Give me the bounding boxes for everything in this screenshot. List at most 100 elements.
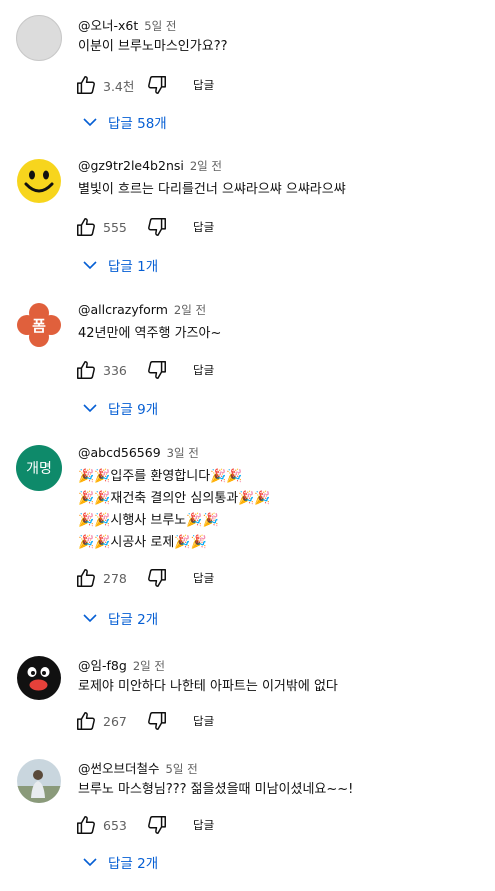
reply-button[interactable]: 답글 bbox=[193, 219, 214, 235]
comment-line: 🎉🎉시공사 로제🎉🎉 bbox=[78, 535, 207, 550]
avatar[interactable] bbox=[16, 158, 62, 204]
comment-line: 42년만에 역주행 가즈아~ bbox=[78, 326, 222, 341]
like-button[interactable] bbox=[74, 709, 98, 733]
comment-text: 브루노 마스형님??? 젊을셨을때 미남이셨네요~~! bbox=[78, 779, 353, 801]
like-count: 3.4천 bbox=[103, 78, 135, 94]
like-count: 653 bbox=[103, 817, 127, 833]
comment-line: 브루노 마스형님??? 젊을셨을때 미남이셨네요~~! bbox=[78, 782, 354, 797]
thumbs-down-icon bbox=[148, 218, 166, 236]
avatar-initial: 개명 bbox=[26, 461, 52, 477]
thumbs-up-icon bbox=[77, 361, 95, 379]
comment-time[interactable]: 5일 전 bbox=[166, 762, 198, 776]
thumbs-up-icon bbox=[77, 218, 95, 236]
replies-label: 답글 9개 bbox=[108, 402, 159, 418]
comment-text: 🎉🎉입주를 환영합니다🎉🎉 🎉🎉재건축 결의안 심의통과🎉🎉 🎉🎉시행사 브루노… bbox=[78, 466, 271, 554]
view-replies-button[interactable]: 답글 1개 bbox=[82, 255, 158, 275]
comment-time[interactable]: 2일 전 bbox=[133, 659, 165, 673]
replies-label: 답글 1개 bbox=[108, 259, 159, 275]
comment-meta: @썬오브더철수 5일 전 bbox=[78, 758, 198, 777]
thumbs-up-icon bbox=[77, 76, 95, 94]
comment-meta: @allcrazyform 2일 전 bbox=[78, 302, 206, 318]
reply-button[interactable]: 답글 bbox=[193, 77, 214, 93]
comment-meta: @abcd56569 3일 전 bbox=[78, 445, 199, 461]
reply-button[interactable]: 답글 bbox=[193, 570, 214, 586]
avatar[interactable]: 개명 bbox=[16, 445, 62, 491]
comment-text: 이분이 브루노마스인가요?? bbox=[78, 36, 228, 58]
penguin-avatar-icon bbox=[17, 656, 61, 700]
like-button[interactable] bbox=[74, 215, 98, 239]
comment-line: 별빛이 흐르는 다리를건너 으쌰라으쌰 으쌰라으쌰 bbox=[78, 182, 346, 197]
like-count: 555 bbox=[103, 219, 127, 235]
thumbs-down-icon bbox=[148, 76, 166, 94]
thumbs-up-icon bbox=[77, 816, 95, 834]
comment-meta: @오너-x6t 5일 전 bbox=[78, 15, 176, 34]
thumbs-up-icon bbox=[77, 569, 95, 587]
replies-label: 답글 2개 bbox=[108, 612, 159, 628]
comment-author[interactable]: @썬오브더철수 bbox=[78, 761, 160, 776]
thumbs-up-icon bbox=[77, 712, 95, 730]
smiley-icon bbox=[17, 159, 61, 203]
like-count: 336 bbox=[103, 362, 127, 378]
avatar-initial: 폼 bbox=[32, 316, 46, 335]
comment-actions: 555 답글 bbox=[74, 214, 214, 240]
comment-meta: @임-f8g 2일 전 bbox=[78, 655, 165, 674]
replies-label: 답글 58개 bbox=[108, 116, 167, 132]
chevron-down-icon bbox=[83, 614, 97, 623]
comment-author[interactable]: @abcd56569 bbox=[78, 445, 161, 460]
comment-text: 별빛이 흐르는 다리를건너 으쌰라으쌰 으쌰라으쌰 bbox=[78, 179, 346, 201]
dislike-button[interactable] bbox=[145, 813, 169, 837]
thumbs-down-icon bbox=[148, 569, 166, 587]
avatar[interactable] bbox=[16, 15, 62, 61]
like-count: 267 bbox=[103, 713, 127, 729]
comment-author[interactable]: @임-f8g bbox=[78, 658, 127, 673]
dislike-button[interactable] bbox=[145, 358, 169, 382]
like-button[interactable] bbox=[74, 73, 98, 97]
comment-text: 42년만에 역주행 가즈아~ bbox=[78, 323, 221, 345]
dislike-button[interactable] bbox=[145, 215, 169, 239]
view-replies-button[interactable]: 답글 2개 bbox=[82, 608, 158, 628]
comment-line: 로제야 미안하다 나한테 아파트는 이거밖에 없다 bbox=[78, 679, 338, 694]
photo-avatar-icon bbox=[17, 759, 61, 803]
like-button[interactable] bbox=[74, 813, 98, 837]
avatar[interactable] bbox=[16, 655, 62, 701]
thumbs-down-icon bbox=[148, 712, 166, 730]
comment-actions: 3.4천 답글 bbox=[74, 72, 214, 98]
chevron-down-icon bbox=[83, 858, 97, 867]
reply-button[interactable]: 답글 bbox=[193, 713, 214, 729]
comment-actions: 267 답글 bbox=[74, 708, 214, 734]
like-button[interactable] bbox=[74, 566, 98, 590]
comment-actions: 278 답글 bbox=[74, 565, 214, 591]
chevron-down-icon bbox=[83, 404, 97, 413]
comment-time[interactable]: 2일 전 bbox=[190, 159, 222, 173]
comment-actions: 336 답글 bbox=[74, 357, 214, 383]
comment-author[interactable]: @allcrazyform bbox=[78, 302, 168, 317]
reply-button[interactable]: 답글 bbox=[193, 362, 214, 378]
reply-button[interactable]: 답글 bbox=[193, 817, 214, 833]
comment-author[interactable]: @오너-x6t bbox=[78, 18, 138, 33]
avatar[interactable]: 폼 bbox=[16, 302, 62, 348]
comment-line: 🎉🎉시행사 브루노🎉🎉 bbox=[78, 513, 219, 528]
avatar[interactable] bbox=[16, 758, 62, 804]
dislike-button[interactable] bbox=[145, 709, 169, 733]
comment-time[interactable]: 3일 전 bbox=[167, 446, 199, 460]
view-replies-button[interactable]: 답글 2개 bbox=[82, 852, 158, 872]
chevron-down-icon bbox=[83, 261, 97, 270]
like-count: 278 bbox=[103, 570, 127, 586]
comment-actions: 653 답글 bbox=[74, 812, 214, 838]
comment-line: 이분이 브루노마스인가요?? bbox=[78, 39, 228, 54]
replies-label: 답글 2개 bbox=[108, 856, 159, 872]
thumbs-down-icon bbox=[148, 361, 166, 379]
dislike-button[interactable] bbox=[145, 73, 169, 97]
view-replies-button[interactable]: 답글 58개 bbox=[82, 112, 167, 132]
comment-time[interactable]: 2일 전 bbox=[174, 303, 206, 317]
thumbs-down-icon bbox=[148, 816, 166, 834]
chevron-down-icon bbox=[83, 118, 97, 127]
comment-time[interactable]: 5일 전 bbox=[144, 19, 176, 33]
comment-line: 🎉🎉입주를 환영합니다🎉🎉 bbox=[78, 469, 243, 484]
like-button[interactable] bbox=[74, 358, 98, 382]
view-replies-button[interactable]: 답글 9개 bbox=[82, 398, 158, 418]
dislike-button[interactable] bbox=[145, 566, 169, 590]
comment-line: 🎉🎉재건축 결의안 심의통과🎉🎉 bbox=[78, 491, 271, 506]
comment-text: 로제야 미안하다 나한테 아파트는 이거밖에 없다 bbox=[78, 676, 338, 698]
comment-author[interactable]: @gz9tr2le4b2nsi bbox=[78, 158, 184, 173]
